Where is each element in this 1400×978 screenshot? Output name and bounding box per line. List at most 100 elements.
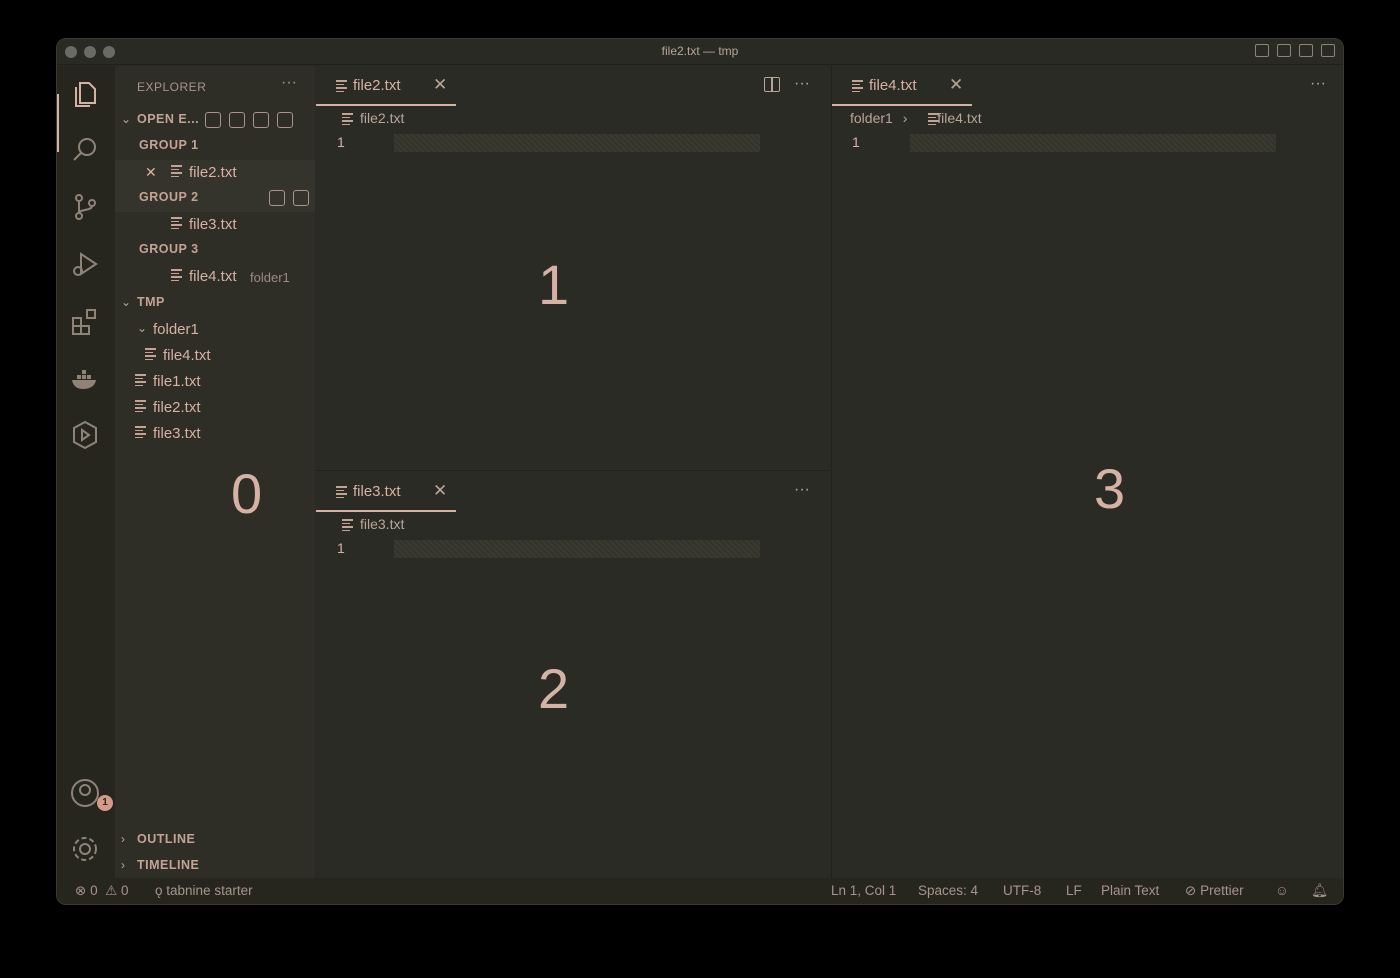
explorer-title: EXPLORER: [137, 80, 207, 94]
chevron-right-icon: ›: [121, 858, 125, 872]
open-editor-file4[interactable]: file4.txt folder1: [115, 264, 315, 290]
tab-bar: file4.txt ✕ ···: [832, 66, 1343, 106]
explorer-sidebar: EXPLORER ··· ⌄ OPEN E... GROUP 1 ✕ file2…: [115, 66, 315, 878]
editor-actions: ···: [764, 75, 810, 93]
problems-status[interactable]: ⊗ 0 ⚠ 0: [75, 883, 129, 899]
save-group-icon[interactable]: [269, 190, 285, 206]
toggle-sidebar-icon[interactable]: [1255, 44, 1269, 57]
text-file-icon: [171, 165, 182, 177]
toggle-secondary-sidebar-icon[interactable]: [1299, 44, 1313, 57]
split-editor-icon[interactable]: [764, 77, 780, 92]
tabnine-status[interactable]: ǫ tabnine starter: [155, 883, 253, 898]
group-1-header[interactable]: GROUP 1: [115, 134, 315, 160]
extensions-icon[interactable]: [69, 306, 101, 338]
current-line-highlight[interactable]: [394, 134, 760, 152]
indentation-status[interactable]: Spaces: 4: [918, 883, 978, 898]
save-all-icon[interactable]: [253, 112, 269, 128]
editor-more-button[interactable]: ···: [794, 75, 810, 93]
settings-gear-icon[interactable]: [69, 833, 101, 865]
chevron-down-icon: ⌄: [121, 112, 132, 126]
current-line-highlight[interactable]: [910, 134, 1276, 152]
text-file-icon: [171, 217, 182, 229]
prettier-status[interactable]: ⊘ Prettier: [1185, 883, 1244, 899]
breadcrumb-separator-icon: ›: [902, 110, 908, 126]
cursor-position[interactable]: Ln 1, Col 1: [831, 883, 896, 898]
open-editors-header[interactable]: ⌄ OPEN E...: [115, 108, 315, 134]
source-control-icon[interactable]: [69, 191, 101, 223]
language-mode[interactable]: Plain Text: [1101, 883, 1159, 898]
chevron-down-icon: ⌄: [137, 321, 148, 335]
vscode-window: file2.txt — tmp 1 EXPLORER ··· ⌄ OPEN E.…: [56, 38, 1344, 905]
remote-explorer-icon[interactable]: [69, 419, 101, 451]
breadcrumb-file[interactable]: file2.txt: [360, 110, 404, 126]
close-tab-icon[interactable]: ✕: [433, 75, 447, 95]
title-bar: file2.txt — tmp: [57, 39, 1343, 65]
breadcrumb-file[interactable]: file3.txt: [360, 516, 404, 532]
group-3-header[interactable]: GROUP 3: [115, 238, 315, 264]
eol-status[interactable]: LF: [1066, 883, 1082, 898]
search-icon[interactable]: [69, 134, 101, 166]
tree-file-file3[interactable]: file3.txt: [115, 421, 315, 447]
tree-file-file2[interactable]: file2.txt: [115, 395, 315, 421]
tab-file4[interactable]: file4.txt ✕: [832, 66, 972, 106]
breadcrumb-folder[interactable]: folder1: [850, 110, 893, 126]
breadcrumb: folder1 › file4.txt: [850, 110, 982, 126]
current-line-highlight[interactable]: [394, 540, 760, 558]
explorer-more-button[interactable]: ···: [281, 74, 297, 92]
zone-label-0: 0: [231, 462, 263, 525]
docker-icon[interactable]: [69, 364, 101, 396]
breadcrumb-file[interactable]: file4.txt: [937, 110, 981, 126]
tree-file-file4[interactable]: file4.txt: [115, 343, 315, 369]
tree-file-file1[interactable]: file1.txt: [115, 369, 315, 395]
run-debug-icon[interactable]: [69, 248, 101, 280]
text-file-icon: [342, 113, 353, 125]
window-title: file2.txt — tmp: [661, 44, 739, 58]
encoding-status[interactable]: UTF-8: [1003, 883, 1041, 898]
editor-more-button[interactable]: ···: [1310, 75, 1326, 93]
chevron-down-icon: ⌄: [121, 295, 132, 309]
chevron-right-icon: ›: [121, 832, 125, 846]
text-file-icon: [336, 80, 347, 92]
explorer-icon[interactable]: [69, 78, 101, 110]
close-editor-icon[interactable]: ✕: [145, 164, 157, 181]
close-tab-icon[interactable]: ✕: [949, 75, 963, 95]
toggle-panel-icon[interactable]: [1277, 44, 1291, 57]
warning-icon: ⚠: [101, 883, 118, 898]
activity-bar: 1: [57, 66, 115, 878]
editor-group-1: file2.txt ✕ ··· file2.txt 1 1: [316, 66, 830, 471]
layout-controls: [1255, 44, 1335, 57]
tab-file2[interactable]: file2.txt ✕: [316, 66, 456, 106]
editor-actions: ···: [794, 481, 810, 499]
prettier-disabled-icon: ⊘: [1185, 883, 1197, 898]
tab-file3[interactable]: file3.txt ✕: [316, 472, 456, 512]
close-group-icon[interactable]: [293, 190, 309, 206]
line-number: 1: [337, 540, 345, 556]
editor-group-2: file3.txt ✕ ··· file3.txt 1 2: [316, 472, 830, 880]
group-2-header[interactable]: GROUP 2: [115, 186, 315, 212]
open-editor-file2[interactable]: ✕ file2.txt: [115, 160, 315, 186]
breadcrumb: file2.txt: [342, 110, 404, 126]
text-file-icon: [135, 426, 146, 438]
text-file-icon: [852, 80, 863, 92]
open-editors-actions: [205, 112, 293, 128]
editor-more-button[interactable]: ···: [794, 481, 810, 499]
outline-section-header[interactable]: › OUTLINE: [115, 828, 315, 854]
feedback-icon[interactable]: ☺: [1275, 883, 1289, 898]
toggle-vertical-layout-icon[interactable]: [229, 112, 245, 128]
timeline-section-header[interactable]: › TIMELINE: [115, 854, 315, 880]
zone-label-3: 3: [1094, 457, 1126, 520]
workspace-tmp-header[interactable]: ⌄ TMP: [115, 291, 315, 317]
editor-actions: ···: [1310, 75, 1326, 93]
line-number: 1: [852, 134, 860, 150]
new-untitled-file-icon[interactable]: [205, 112, 221, 128]
customize-layout-icon[interactable]: [1321, 44, 1335, 57]
active-indicator: [57, 94, 59, 152]
error-icon: ⊗: [75, 883, 87, 898]
accounts-icon[interactable]: 1: [69, 777, 113, 811]
text-file-icon: [135, 400, 146, 412]
notifications-bell-icon[interactable]: 🔔︎: [1311, 883, 1328, 899]
close-all-icon[interactable]: [277, 112, 293, 128]
tree-folder-folder1[interactable]: ⌄ folder1: [115, 317, 315, 343]
open-editor-file3[interactable]: file3.txt: [115, 212, 315, 238]
close-tab-icon[interactable]: ✕: [433, 481, 447, 501]
